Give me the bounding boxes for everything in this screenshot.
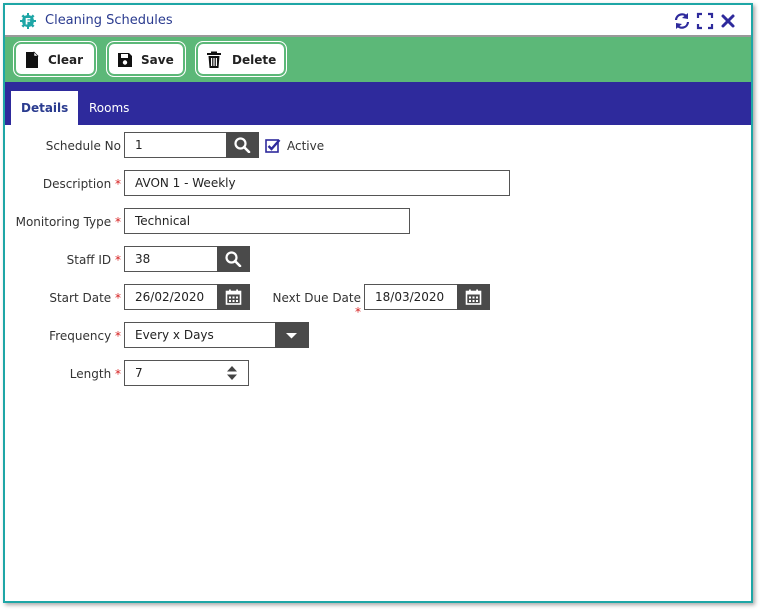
staff-id-label: Staff ID * — [66, 253, 121, 267]
tab-rooms[interactable]: Rooms — [79, 91, 139, 125]
chevron-down-icon — [286, 333, 297, 339]
next-due-date-input[interactable]: 18/03/2020 — [364, 284, 458, 310]
required-marker: * — [115, 329, 121, 343]
calendar-icon — [465, 289, 482, 305]
tab-bar: Details Rooms — [5, 82, 751, 125]
staff-id-search-button[interactable] — [217, 246, 250, 272]
app-gear-icon: F — [20, 13, 36, 29]
required-marker: * — [115, 177, 121, 191]
title-bar: F Cleaning Schedules — [5, 5, 751, 37]
staff-id-input[interactable]: 38 — [124, 246, 218, 272]
app-window: F Cleaning Schedules Clear Save Delete D… — [3, 3, 753, 603]
frequency-label: Frequency * — [49, 329, 121, 343]
schedule-no-input[interactable]: 1 — [124, 132, 227, 158]
required-marker: * — [355, 305, 361, 319]
required-marker: * — [115, 215, 121, 229]
monitoring-type-input[interactable]: Technical — [124, 208, 410, 234]
required-marker: * — [115, 367, 121, 381]
required-marker: * — [115, 253, 121, 267]
required-marker: * — [115, 291, 121, 305]
delete-label: Delete — [232, 53, 277, 67]
delete-button[interactable]: Delete — [195, 41, 287, 77]
frequency-select[interactable]: Every x Days — [124, 322, 276, 348]
next-due-date-label: Next Due Date * — [272, 291, 362, 319]
toolbar: Clear Save Delete — [5, 37, 751, 82]
tab-details[interactable]: Details — [11, 91, 79, 125]
floppy-disk-icon — [118, 53, 132, 67]
active-checkbox[interactable] — [265, 138, 281, 154]
refresh-icon[interactable] — [673, 12, 691, 30]
spinner-arrows-icon[interactable] — [225, 365, 239, 381]
schedule-no-label: Schedule No — [45, 139, 121, 153]
next-due-date-calendar-button[interactable] — [457, 284, 490, 310]
file-icon — [26, 51, 39, 68]
monitoring-type-label: Monitoring Type * — [15, 215, 121, 229]
search-icon — [225, 251, 242, 267]
start-date-label: Start Date * — [49, 291, 121, 305]
clear-button[interactable]: Clear — [13, 41, 97, 77]
save-label: Save — [141, 53, 174, 67]
frequency-dropdown-button[interactable] — [275, 322, 309, 348]
calendar-icon — [225, 289, 242, 305]
clear-label: Clear — [48, 53, 84, 67]
description-input[interactable]: AVON 1 - Weekly — [124, 170, 510, 196]
save-button[interactable]: Save — [106, 41, 186, 77]
start-date-calendar-button[interactable] — [217, 284, 250, 310]
schedule-no-search-button[interactable] — [226, 132, 259, 158]
close-icon[interactable] — [719, 12, 737, 30]
description-label: Description * — [42, 177, 121, 191]
window-title: Cleaning Schedules — [45, 13, 173, 28]
maximize-icon[interactable] — [696, 12, 714, 30]
start-date-input[interactable]: 26/02/2020 — [124, 284, 218, 310]
search-icon — [234, 137, 251, 153]
active-label: Active — [287, 139, 325, 153]
trash-icon — [207, 51, 221, 68]
svg-text:F: F — [25, 18, 31, 28]
length-label: Length * — [69, 367, 121, 381]
